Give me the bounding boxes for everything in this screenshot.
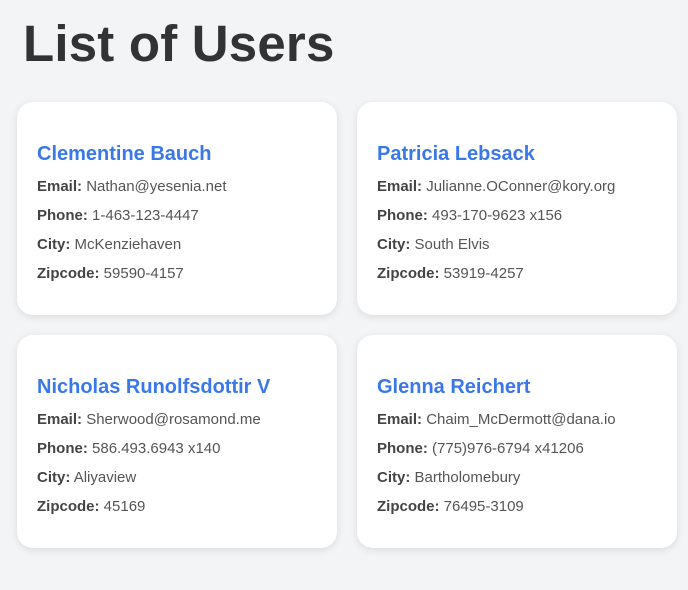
user-email-row: Email: Chaim_McDermott@dana.io (377, 411, 657, 429)
user-phone: 586.493.6943 x140 (92, 440, 221, 457)
user-email-row: Email: Nathan@yesenia.net (37, 178, 317, 196)
page-title: List of Users (23, 15, 335, 72)
user-phone-row: Phone: 586.493.6943 x140 (37, 440, 317, 458)
email-label: Email: (37, 411, 83, 428)
user-phone-row: Phone: 1-463-123-4447 (37, 207, 317, 225)
email-label: Email: (37, 178, 83, 195)
user-city: Aliyaview (73, 469, 137, 486)
user-zipcode-row: Zipcode: 53919-4257 (377, 265, 657, 283)
city-label: City: (377, 469, 411, 486)
user-phone-row: Phone: (775)976-6794 x41206 (377, 440, 657, 458)
user-zipcode-row: Zipcode: 59590-4157 (37, 265, 317, 283)
phone-label: Phone: (37, 207, 88, 224)
user-city-row: City: Aliyaview (37, 469, 317, 487)
city-label: City: (37, 469, 71, 486)
user-city: Bartholomebury (414, 469, 521, 486)
user-zipcode: 59590-4157 (103, 265, 184, 282)
user-city-row: City: Bartholomebury (377, 469, 657, 487)
user-email: Julianne.OConner@kory.org (426, 178, 616, 195)
user-zipcode: 53919-4257 (443, 265, 524, 282)
city-label: City: (37, 236, 71, 253)
user-card: Patricia Lebsack Email: Julianne.OConner… (357, 102, 677, 315)
phone-label: Phone: (377, 440, 428, 457)
zipcode-label: Zipcode: (37, 498, 100, 515)
phone-label: Phone: (37, 440, 88, 457)
user-email-row: Email: Sherwood@rosamond.me (37, 411, 317, 429)
user-city-row: City: McKenziehaven (37, 236, 317, 254)
user-card: Nicholas Runolfsdottir V Email: Sherwood… (17, 335, 337, 548)
user-city: South Elvis (414, 236, 490, 253)
user-card: Glenna Reichert Email: Chaim_McDermott@d… (357, 335, 677, 548)
user-phone: (775)976-6794 x41206 (432, 440, 584, 457)
user-city: McKenziehaven (74, 236, 182, 253)
user-zipcode-row: Zipcode: 45169 (37, 498, 317, 516)
zipcode-label: Zipcode: (377, 265, 440, 282)
user-email: Nathan@yesenia.net (86, 178, 227, 195)
user-email: Sherwood@rosamond.me (86, 411, 261, 428)
user-name: Patricia Lebsack (377, 143, 535, 165)
phone-label: Phone: (377, 207, 428, 224)
user-phone: 493-170-9623 x156 (432, 207, 563, 224)
city-label: City: (377, 236, 411, 253)
user-card: Clementine Bauch Email: Nathan@yesenia.n… (17, 102, 337, 315)
email-label: Email: (377, 178, 423, 195)
email-label: Email: (377, 411, 423, 428)
user-name: Nicholas Runolfsdottir V (37, 376, 271, 398)
user-phone: 1-463-123-4447 (92, 207, 199, 224)
user-zipcode-row: Zipcode: 76495-3109 (377, 498, 657, 516)
user-zipcode: 76495-3109 (443, 498, 524, 515)
user-zipcode: 45169 (103, 498, 146, 515)
user-email: Chaim_McDermott@dana.io (426, 411, 616, 428)
user-name: Clementine Bauch (37, 143, 212, 165)
user-phone-row: Phone: 493-170-9623 x156 (377, 207, 657, 225)
user-city-row: City: South Elvis (377, 236, 657, 254)
user-name: Glenna Reichert (377, 376, 531, 398)
zipcode-label: Zipcode: (377, 498, 440, 515)
user-email-row: Email: Julianne.OConner@kory.org (377, 178, 657, 196)
zipcode-label: Zipcode: (37, 265, 100, 282)
